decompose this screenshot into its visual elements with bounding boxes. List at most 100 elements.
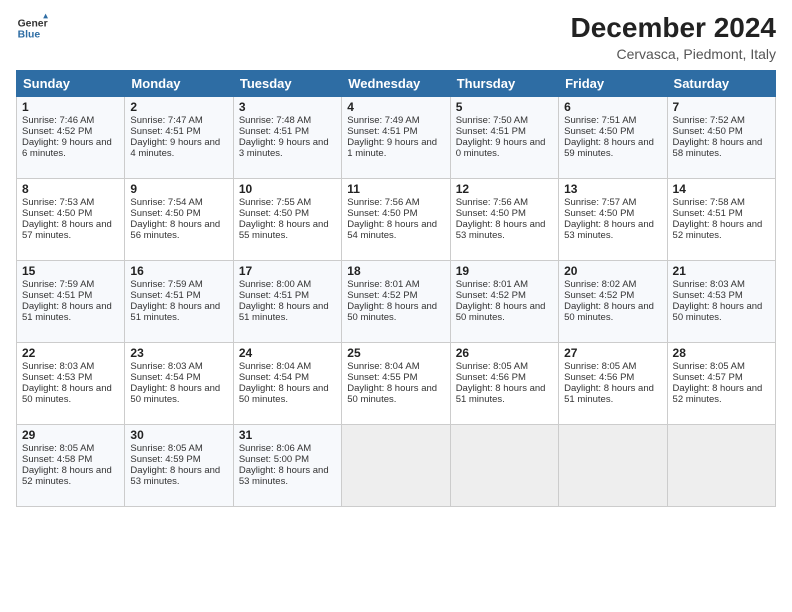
calendar-cell: 23Sunrise: 8:03 AMSunset: 4:54 PMDayligh… — [125, 343, 233, 425]
svg-text:General: General — [18, 18, 48, 29]
calendar-cell: 28Sunrise: 8:05 AMSunset: 4:57 PMDayligh… — [667, 343, 775, 425]
calendar-week-row: 15Sunrise: 7:59 AMSunset: 4:51 PMDayligh… — [17, 261, 776, 343]
calendar-cell: 10Sunrise: 7:55 AMSunset: 4:50 PMDayligh… — [233, 179, 341, 261]
sunrise-text: Sunrise: 7:53 AM — [22, 197, 119, 208]
daylight-text: Daylight: 9 hours and 3 minutes. — [239, 137, 336, 159]
daylight-text: Daylight: 8 hours and 52 minutes. — [673, 383, 770, 405]
calendar-cell: 31Sunrise: 8:06 AMSunset: 5:00 PMDayligh… — [233, 425, 341, 507]
sunrise-text: Sunrise: 8:02 AM — [564, 279, 661, 290]
sunrise-text: Sunrise: 8:06 AM — [239, 443, 336, 454]
calendar-cell — [450, 425, 558, 507]
col-header-monday: Monday — [125, 71, 233, 97]
col-header-thursday: Thursday — [450, 71, 558, 97]
day-number: 16 — [130, 264, 227, 278]
calendar-cell: 19Sunrise: 8:01 AMSunset: 4:52 PMDayligh… — [450, 261, 558, 343]
daylight-text: Daylight: 8 hours and 53 minutes. — [456, 219, 553, 241]
day-number: 2 — [130, 100, 227, 114]
day-number: 29 — [22, 428, 119, 442]
calendar-cell: 15Sunrise: 7:59 AMSunset: 4:51 PMDayligh… — [17, 261, 125, 343]
sunrise-text: Sunrise: 7:55 AM — [239, 197, 336, 208]
daylight-text: Daylight: 8 hours and 50 minutes. — [22, 383, 119, 405]
day-number: 8 — [22, 182, 119, 196]
daylight-text: Daylight: 8 hours and 50 minutes. — [673, 301, 770, 323]
calendar-cell: 6Sunrise: 7:51 AMSunset: 4:50 PMDaylight… — [559, 97, 667, 179]
logo-icon: General Blue — [16, 12, 48, 44]
day-number: 24 — [239, 346, 336, 360]
sunset-text: Sunset: 4:51 PM — [239, 126, 336, 137]
daylight-text: Daylight: 8 hours and 54 minutes. — [347, 219, 444, 241]
daylight-text: Daylight: 8 hours and 50 minutes. — [347, 301, 444, 323]
day-number: 22 — [22, 346, 119, 360]
sunrise-text: Sunrise: 7:58 AM — [673, 197, 770, 208]
sunset-text: Sunset: 4:56 PM — [456, 372, 553, 383]
daylight-text: Daylight: 8 hours and 58 minutes. — [673, 137, 770, 159]
sunset-text: Sunset: 4:52 PM — [456, 290, 553, 301]
calendar-table: SundayMondayTuesdayWednesdayThursdayFrid… — [16, 70, 776, 507]
calendar-cell: 7Sunrise: 7:52 AMSunset: 4:50 PMDaylight… — [667, 97, 775, 179]
daylight-text: Daylight: 9 hours and 0 minutes. — [456, 137, 553, 159]
month-title: December 2024 — [571, 12, 776, 44]
daylight-text: Daylight: 8 hours and 57 minutes. — [22, 219, 119, 241]
sunrise-text: Sunrise: 8:03 AM — [673, 279, 770, 290]
daylight-text: Daylight: 8 hours and 51 minutes. — [130, 301, 227, 323]
sunset-text: Sunset: 4:51 PM — [673, 208, 770, 219]
day-number: 6 — [564, 100, 661, 114]
sunrise-text: Sunrise: 7:50 AM — [456, 115, 553, 126]
calendar-cell: 29Sunrise: 8:05 AMSunset: 4:58 PMDayligh… — [17, 425, 125, 507]
calendar-cell: 20Sunrise: 8:02 AMSunset: 4:52 PMDayligh… — [559, 261, 667, 343]
sunrise-text: Sunrise: 7:57 AM — [564, 197, 661, 208]
day-number: 19 — [456, 264, 553, 278]
daylight-text: Daylight: 8 hours and 56 minutes. — [130, 219, 227, 241]
daylight-text: Daylight: 8 hours and 50 minutes. — [456, 301, 553, 323]
sunset-text: Sunset: 4:50 PM — [564, 126, 661, 137]
calendar-cell: 24Sunrise: 8:04 AMSunset: 4:54 PMDayligh… — [233, 343, 341, 425]
sunset-text: Sunset: 4:54 PM — [130, 372, 227, 383]
day-number: 15 — [22, 264, 119, 278]
sunset-text: Sunset: 4:50 PM — [130, 208, 227, 219]
calendar-cell — [342, 425, 450, 507]
sunset-text: Sunset: 4:51 PM — [130, 126, 227, 137]
sunset-text: Sunset: 4:50 PM — [673, 126, 770, 137]
sunset-text: Sunset: 4:58 PM — [22, 454, 119, 465]
day-number: 30 — [130, 428, 227, 442]
calendar-cell: 14Sunrise: 7:58 AMSunset: 4:51 PMDayligh… — [667, 179, 775, 261]
sunrise-text: Sunrise: 8:01 AM — [347, 279, 444, 290]
sunset-text: Sunset: 4:51 PM — [456, 126, 553, 137]
day-number: 7 — [673, 100, 770, 114]
daylight-text: Daylight: 8 hours and 51 minutes. — [239, 301, 336, 323]
logo: General Blue — [16, 12, 48, 44]
daylight-text: Daylight: 8 hours and 55 minutes. — [239, 219, 336, 241]
calendar-header-row: SundayMondayTuesdayWednesdayThursdayFrid… — [17, 71, 776, 97]
day-number: 31 — [239, 428, 336, 442]
sunrise-text: Sunrise: 7:59 AM — [22, 279, 119, 290]
header: General Blue December 2024 Cervasca, Pie… — [16, 12, 776, 62]
calendar-cell: 4Sunrise: 7:49 AMSunset: 4:51 PMDaylight… — [342, 97, 450, 179]
sunrise-text: Sunrise: 7:56 AM — [347, 197, 444, 208]
calendar-cell: 2Sunrise: 7:47 AMSunset: 4:51 PMDaylight… — [125, 97, 233, 179]
day-number: 23 — [130, 346, 227, 360]
sunrise-text: Sunrise: 7:49 AM — [347, 115, 444, 126]
day-number: 10 — [239, 182, 336, 196]
sunset-text: Sunset: 4:53 PM — [22, 372, 119, 383]
sunset-text: Sunset: 4:53 PM — [673, 290, 770, 301]
sunset-text: Sunset: 4:50 PM — [456, 208, 553, 219]
sunrise-text: Sunrise: 8:05 AM — [564, 361, 661, 372]
sunset-text: Sunset: 4:59 PM — [130, 454, 227, 465]
calendar-cell — [559, 425, 667, 507]
col-header-saturday: Saturday — [667, 71, 775, 97]
location-title: Cervasca, Piedmont, Italy — [571, 46, 776, 62]
sunrise-text: Sunrise: 7:47 AM — [130, 115, 227, 126]
sunset-text: Sunset: 4:51 PM — [239, 290, 336, 301]
sunset-text: Sunset: 4:57 PM — [673, 372, 770, 383]
calendar-cell: 3Sunrise: 7:48 AMSunset: 4:51 PMDaylight… — [233, 97, 341, 179]
sunset-text: Sunset: 4:51 PM — [347, 126, 444, 137]
main-container: General Blue December 2024 Cervasca, Pie… — [0, 0, 792, 515]
calendar-cell: 11Sunrise: 7:56 AMSunset: 4:50 PMDayligh… — [342, 179, 450, 261]
daylight-text: Daylight: 9 hours and 6 minutes. — [22, 137, 119, 159]
daylight-text: Daylight: 8 hours and 50 minutes. — [347, 383, 444, 405]
sunset-text: Sunset: 4:51 PM — [130, 290, 227, 301]
daylight-text: Daylight: 9 hours and 1 minute. — [347, 137, 444, 159]
calendar-cell: 17Sunrise: 8:00 AMSunset: 4:51 PMDayligh… — [233, 261, 341, 343]
calendar-cell: 5Sunrise: 7:50 AMSunset: 4:51 PMDaylight… — [450, 97, 558, 179]
daylight-text: Daylight: 8 hours and 53 minutes. — [239, 465, 336, 487]
